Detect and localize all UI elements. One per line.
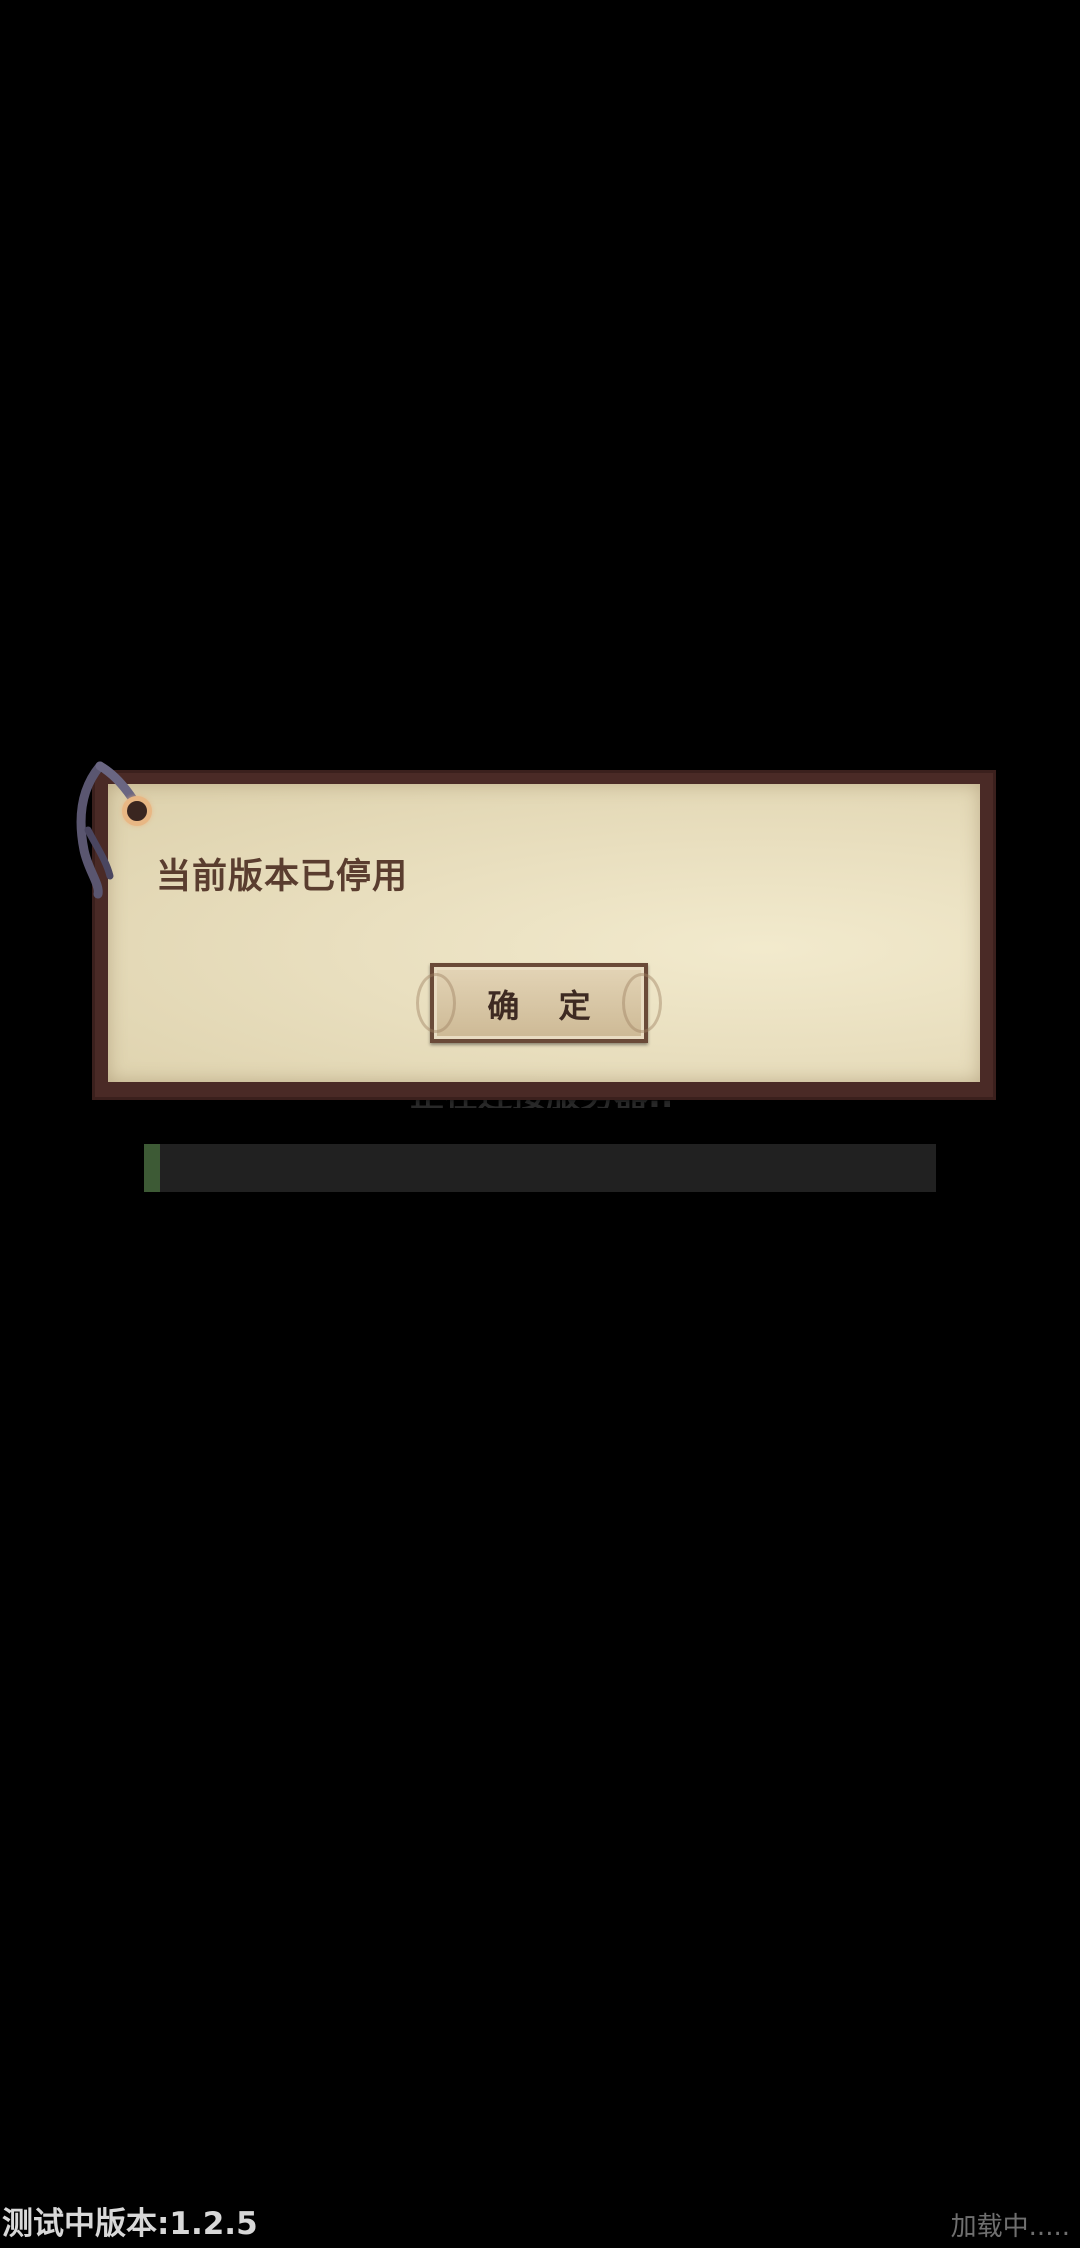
confirm-button-label: 确 定	[487, 987, 605, 1025]
loading-indicator: 加载中.....	[950, 2212, 1070, 2242]
version-label: 测试中版本:1.2.5	[2, 2206, 258, 2242]
dialog-message: 当前版本已停用	[156, 857, 409, 897]
loading-progress-bar	[144, 1144, 936, 1192]
game-screen: 正在连接服务器... 当前版本已停用 确 定 测试中版本:1.2.5 加载中..…	[0, 0, 1080, 2248]
confirm-button[interactable]: 确 定	[416, 963, 662, 1043]
loading-progress-fill	[144, 1144, 160, 1192]
tag-hole-icon	[122, 796, 152, 826]
